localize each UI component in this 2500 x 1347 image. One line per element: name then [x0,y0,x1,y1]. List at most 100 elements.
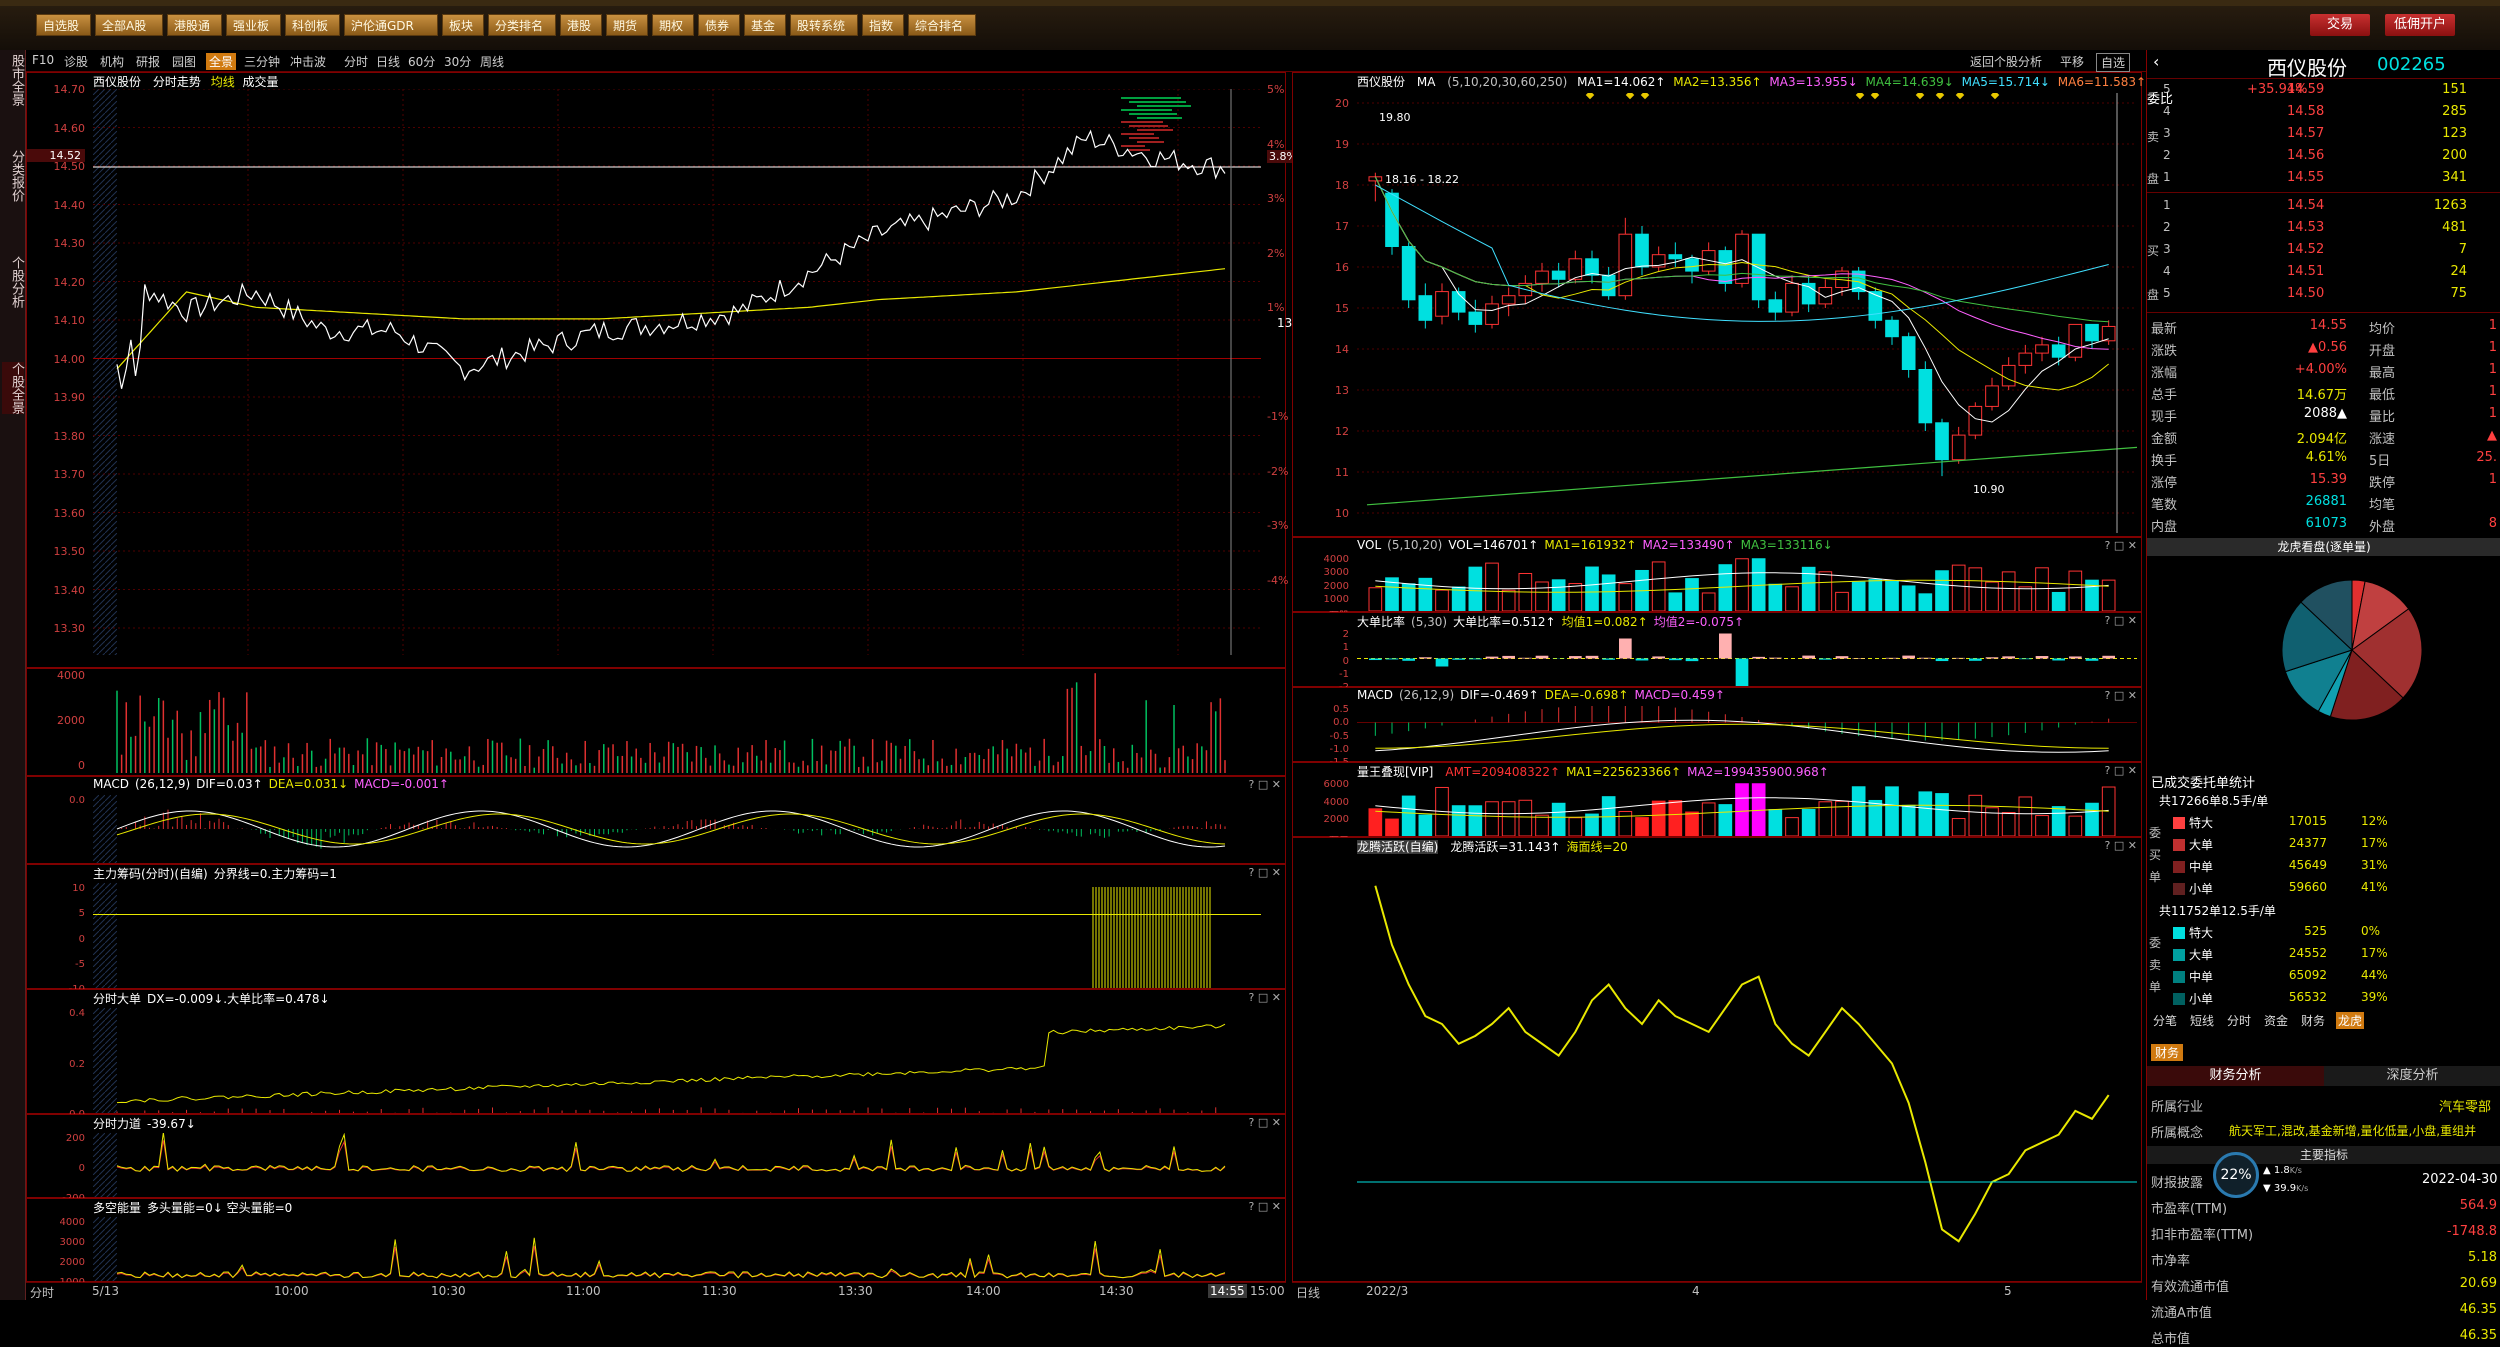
subchart-controls[interactable]: ? □ ✕ [1249,866,1281,879]
stat-label-2: 涨速 [2369,428,2395,447]
top-menu-13[interactable]: 股转系统 [790,14,858,36]
top-menu-8[interactable]: 港股 [560,14,602,36]
subchart-name[interactable]: MACD [1357,688,1393,702]
time-axis: 分时 5/1310:0010:3011:0011:3013:3014:0014:… [26,1282,1286,1300]
subchart-controls[interactable]: ? □ ✕ [1249,778,1281,791]
tab-3min[interactable]: 三分钟 [244,53,280,70]
subchart-controls[interactable]: ? □ ✕ [2105,689,2137,702]
subchart-name[interactable]: 分时力道 [93,1117,141,1131]
subchart-controls[interactable]: ? □ ✕ [1249,991,1281,1004]
tab-overview[interactable]: 全景 [206,53,236,70]
subchart-name[interactable]: 多空能量 [93,1201,141,1215]
watchlist-select[interactable]: 自选 [2096,53,2130,72]
subchart-axis-label: 4000 [1293,554,1349,565]
top-menu-10[interactable]: 期权 [652,14,694,36]
subchart-controls[interactable]: ? □ ✕ [2105,839,2137,852]
subchart-plot [93,883,1261,988]
top-menu-1[interactable]: 全部A股 [95,14,163,36]
tab-30min[interactable]: 30分 [444,53,471,70]
trade-button[interactable]: 交易 [2310,14,2370,36]
subchart-controls[interactable]: ? □ ✕ [1249,1116,1281,1129]
top-menu-5[interactable]: 沪伦通GDR [344,14,438,36]
top-menu-12[interactable]: 基金 [744,14,786,36]
subchart-controls[interactable]: ? □ ✕ [1249,1200,1281,1213]
top-menu-7[interactable]: 分类排名 [488,14,556,36]
sell-type: 小单 [2189,990,2213,1007]
pan-button[interactable]: 平移 [2060,53,2084,70]
top-menu-2[interactable]: 港股通 [167,14,222,36]
stat-label-2: 量比 [2369,406,2395,425]
top-menu-6[interactable]: 板块 [442,14,484,36]
back-to-analysis[interactable]: 返回个股分析 [1970,53,2042,70]
right-subchart-4: 龙腾活跃(自编)龙腾活跃=31.143↑海面线=20? □ ✕ [1292,837,2142,1282]
side-tab-stock-overview[interactable]: 个股全景 [2,362,24,414]
intraday-volume-chart [93,673,1261,773]
intraday-chart[interactable] [93,89,1261,655]
quote-tab-1[interactable]: 短线 [2188,1012,2216,1029]
top-menu-0[interactable]: 自选股 [36,14,91,36]
tab-60min[interactable]: 60分 [408,53,435,70]
subchart-title: 分时力道-39.67↓ [93,1115,196,1131]
corner-label-intraday[interactable]: 分时 [30,1284,54,1301]
buy-swatch [2173,817,2185,829]
subchart-axis-label: -1.0 [1293,744,1349,755]
subchart-name[interactable]: 主力筹码(分时)(自编) [93,867,208,881]
quote-tab-3[interactable]: 资金 [2262,1012,2290,1029]
quote-tab-5[interactable]: 龙虎 [2336,1012,2364,1029]
top-menu-9[interactable]: 期货 [606,14,648,36]
sell-vol: 525 [2267,924,2327,938]
fin-label: 有效流通市值 [2151,1276,2229,1295]
back-arrow-icon[interactable]: ‹ [2153,52,2159,71]
subchart-name[interactable]: 龙腾活跃(自编) [1357,840,1438,854]
tab-chart[interactable]: 园图 [172,53,196,70]
subchart-name[interactable]: 大单比率 [1357,615,1405,629]
tab-f10[interactable]: F10 [32,53,54,67]
finance-analysis-tab[interactable]: 财务分析 [2147,1066,2324,1086]
side-tab-category[interactable]: 分类报价 [2,150,24,202]
subchart-name[interactable]: 分时大单 [93,992,141,1006]
top-menu-4[interactable]: 科创板 [285,14,340,36]
subchart-axis-label: 1000 [1293,594,1349,605]
kline-chart[interactable] [1357,93,2137,533]
bid-level: 3 [2163,242,2171,256]
subchart-name[interactable]: MACD [93,777,129,791]
top-menu-3[interactable]: 强业板 [226,14,281,36]
sell-swatch [2173,949,2185,961]
side-tab-stock-analysis[interactable]: 个股分析 [2,256,24,308]
subchart-name[interactable]: VOL [1357,538,1381,552]
quote-tab-4[interactable]: 财务 [2299,1012,2327,1029]
buy-side-char: 单 [2149,868,2161,885]
tab-intraday[interactable]: 分时 [344,53,368,70]
subchart-params: (5,30) [1411,615,1447,629]
tab-weekly[interactable]: 周线 [480,53,504,70]
finance-tab[interactable]: 财务 [2151,1044,2183,1061]
top-menu-15[interactable]: 综合排名 [908,14,976,36]
subchart-name[interactable]: 量王叠现[VIP] [1357,765,1433,779]
subchart-controls[interactable]: ? □ ✕ [2105,614,2137,627]
subchart-controls[interactable]: ? □ ✕ [2105,539,2137,552]
volume-axis-label: 2000 [29,714,85,727]
left-subchart-3: 分时力道-39.67↓? □ ✕2000-200 [26,1114,1286,1198]
tab-research[interactable]: 研报 [136,53,160,70]
speed-widget[interactable]: 22% [2213,1152,2259,1198]
deep-analysis-tab[interactable]: 深度分析 [2324,1066,2500,1086]
quote-tab-0[interactable]: 分笔 [2151,1012,2179,1029]
stat-value-2: ▲ [2439,428,2497,443]
tab-institution[interactable]: 机构 [100,53,124,70]
subchart-axis-label: 2000 [1293,814,1349,825]
quote-tab-2[interactable]: 分时 [2225,1012,2253,1029]
top-menu-11[interactable]: 债券 [698,14,740,36]
tab-daily[interactable]: 日线 [376,53,400,70]
concept-value: 航天军工,混改,基金新增,量化低量,小盘,重组并 [2229,1122,2476,1139]
subchart-title: 分时大单DX=-0.009↓.大单比率=0.478↓ [93,990,330,1006]
tab-impact[interactable]: 冲击波 [290,53,326,70]
corner-label-daily[interactable]: 日线 [1296,1284,1320,1301]
top-menu-14[interactable]: 指数 [862,14,904,36]
side-tab-market[interactable]: 股市全景 [2,54,24,106]
tab-diagnose[interactable]: 诊股 [64,53,88,70]
open-account-button[interactable]: 低佣开户 [2385,14,2455,36]
subchart-controls[interactable]: ? □ ✕ [2105,764,2137,777]
subchart-title: MACD(26,12,9)DIF=0.03↑DEA=0.031↓MACD=-0.… [93,777,449,793]
pct-axis-label: 4% [1267,138,1284,151]
stat-value-2: 25. [2439,450,2497,465]
